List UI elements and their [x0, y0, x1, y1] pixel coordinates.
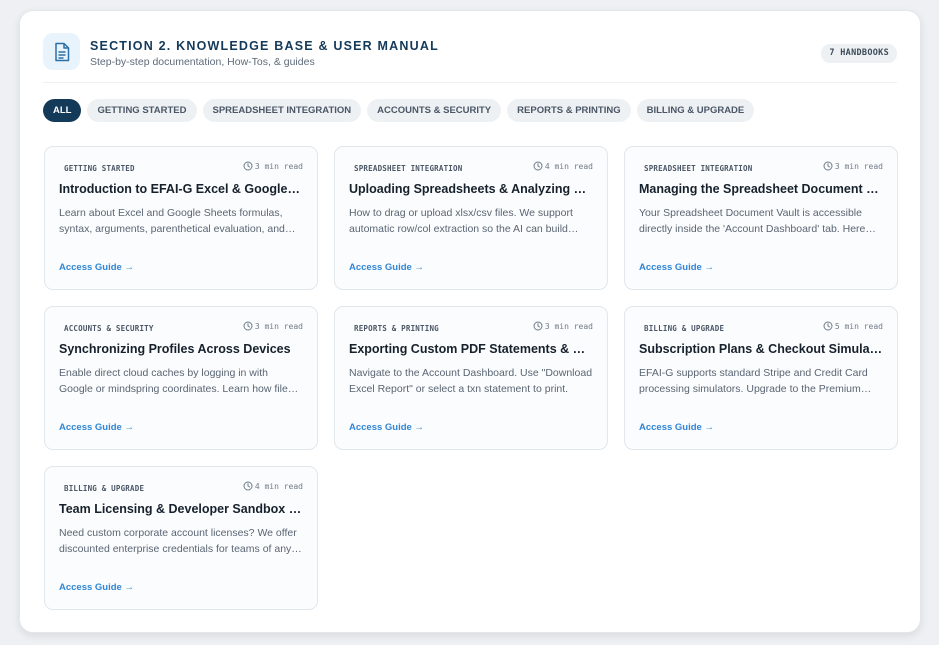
guide-description: Your Spreadsheet Document Vault is acces…	[639, 207, 866, 235]
guide-description: Enable direct cloud caches by logging in…	[59, 367, 288, 395]
guide-description: EFAI-G supports standard Stripe and Cred…	[639, 367, 868, 395]
access-guide-link[interactable]: Access Guide →	[59, 262, 134, 273]
guide-card[interactable]: GETTING STARTED 3 min read Introduction …	[44, 146, 318, 290]
guide-card[interactable]: SPREADSHEET INTEGRATION 4 min read Uploa…	[334, 146, 608, 290]
read-time: 5 min read	[823, 321, 883, 331]
read-time-label: 3 min read	[254, 321, 303, 331]
guide-description: How to drag or upload xlsx/csv files. We…	[349, 207, 573, 235]
access-guide-link[interactable]: Access Guide →	[59, 422, 134, 433]
guide-title: Managing the Spreadsheet Document Vault	[639, 182, 883, 196]
knowledge-base-panel: SECTION 2. KNOWLEDGE BASE & USER MANUAL …	[19, 10, 921, 633]
clock-icon	[823, 161, 833, 171]
guide-category: SPREADSHEET INTEGRATION	[354, 164, 463, 173]
read-time-label: 4 min read	[544, 161, 593, 171]
guide-description: Navigate to the Account Dashboard. Use "…	[349, 367, 593, 395]
guide-category: GETTING STARTED	[64, 164, 135, 173]
section-subtitle: Step-by-step documentation, How-Tos, & g…	[90, 56, 315, 68]
clock-icon	[243, 161, 253, 171]
filter-chip-spreadsheet-integration[interactable]: SPREADSHEET INTEGRATION	[202, 99, 362, 122]
access-guide-link[interactable]: Access Guide →	[639, 422, 714, 433]
read-time-label: 5 min read	[834, 321, 883, 331]
guide-category: BILLING & UPGRADE	[64, 484, 145, 493]
read-time-label: 3 min read	[254, 161, 303, 171]
guide-description: Learn about Excel and Google Sheets form…	[59, 207, 285, 235]
guide-title: Subscription Plans & Checkout Simulators	[639, 342, 883, 356]
access-guide-link[interactable]: Access Guide →	[349, 422, 424, 433]
guide-title: Introduction to EFAI-G Excel & Google Sh…	[59, 182, 303, 196]
guide-category: REPORTS & PRINTING	[354, 324, 439, 333]
read-time: 3 min read	[533, 321, 593, 331]
guide-card[interactable]: REPORTS & PRINTING 3 min read Exporting …	[334, 306, 608, 450]
section-header: SECTION 2. KNOWLEDGE BASE & USER MANUAL …	[43, 33, 897, 83]
filter-chip-reports-printing[interactable]: REPORTS & PRINTING	[507, 99, 631, 122]
clock-icon	[533, 321, 543, 331]
filter-chip-all[interactable]: ALL	[43, 99, 82, 122]
read-time: 4 min read	[243, 481, 303, 491]
read-time-label: 4 min read	[254, 481, 303, 491]
access-guide-link[interactable]: Access Guide →	[349, 262, 424, 273]
read-time-label: 3 min read	[544, 321, 593, 331]
guide-card[interactable]: ACCOUNTS & SECURITY 3 min read Synchroni…	[44, 306, 318, 450]
clock-icon	[243, 481, 253, 491]
filter-chip-billing-upgrade[interactable]: BILLING & UPGRADE	[636, 99, 755, 122]
filter-chip-accounts-security[interactable]: ACCOUNTS & SECURITY	[367, 99, 502, 122]
clock-icon	[243, 321, 253, 331]
read-time-label: 3 min read	[834, 161, 883, 171]
access-guide-link[interactable]: Access Guide →	[59, 582, 134, 593]
guide-category: SPREADSHEET INTEGRATION	[644, 164, 753, 173]
guide-title: Uploading Spreadsheets & Analyzing Data	[349, 182, 593, 196]
handbook-count-badge: 7 HANDBOOKS	[821, 44, 897, 63]
guide-card[interactable]: BILLING & UPGRADE 4 min read Team Licens…	[44, 466, 318, 610]
read-time: 3 min read	[243, 161, 303, 171]
clock-icon	[533, 161, 543, 171]
guide-category: ACCOUNTS & SECURITY	[64, 324, 154, 333]
document-icon	[43, 33, 80, 70]
read-time: 3 min read	[243, 321, 303, 331]
access-guide-link[interactable]: Access Guide →	[639, 262, 714, 273]
guide-title: Synchronizing Profiles Across Devices	[59, 342, 291, 356]
guide-title: Exporting Custom PDF Statements & Report…	[349, 342, 593, 356]
guide-card[interactable]: SPREADSHEET INTEGRATION 3 min read Manag…	[624, 146, 898, 290]
read-time: 3 min read	[823, 161, 883, 171]
guide-description: Need custom corporate account licenses? …	[59, 527, 297, 555]
guide-title: Team Licensing & Developer Sandbox Keys	[59, 502, 303, 516]
guide-category: BILLING & UPGRADE	[644, 324, 725, 333]
guide-card[interactable]: BILLING & UPGRADE 5 min read Subscriptio…	[624, 306, 898, 450]
filter-chip-getting-started[interactable]: GETTING STARTED	[87, 99, 197, 122]
category-filter-bar: ALL GETTING STARTED SPREADSHEET INTEGRAT…	[43, 99, 755, 122]
clock-icon	[823, 321, 833, 331]
section-title: SECTION 2. KNOWLEDGE BASE & USER MANUAL	[90, 39, 439, 53]
read-time: 4 min read	[533, 161, 593, 171]
